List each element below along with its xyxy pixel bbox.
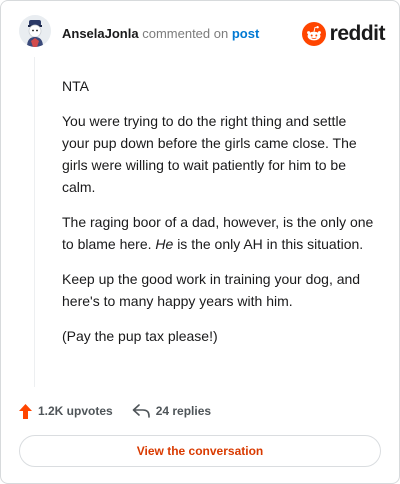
comment-paragraph: NTA	[62, 78, 89, 94]
comment-paragraph: You were trying to do the right thing an…	[62, 113, 357, 195]
action-text: commented on	[142, 26, 229, 41]
logo-text: reddit	[329, 22, 386, 45]
upvote-stat[interactable]: 1.2K upvotes	[19, 403, 113, 419]
comment-card: AnselaJonla commented on post reddit NTA…	[0, 0, 400, 484]
reddit-logo[interactable]: reddit	[301, 21, 386, 47]
thread-line[interactable]	[34, 57, 35, 387]
avatar-image	[19, 15, 51, 47]
comment-header: AnselaJonla commented on post reddit	[19, 15, 386, 55]
post-link[interactable]: post	[232, 26, 259, 41]
avatar[interactable]	[19, 15, 51, 47]
comment-footer: 1.2K upvotes 24 replies	[19, 401, 211, 421]
reply-stat[interactable]: 24 replies	[132, 404, 211, 418]
author-name[interactable]: AnselaJonla	[62, 26, 139, 41]
reddit-snoo-icon	[301, 22, 326, 46]
comment-body: NTA You were trying to do the right thin…	[62, 75, 377, 360]
reply-count: 24 replies	[155, 404, 212, 418]
author-line: AnselaJonla commented on post	[62, 26, 259, 41]
view-conversation-button[interactable]: View the conversation	[19, 435, 381, 467]
comment-paragraph: (Pay the pup tax please!)	[62, 328, 218, 344]
upvote-count: 1.2K upvotes	[38, 404, 113, 418]
comment-paragraph: Keep up the good work in training your d…	[62, 271, 361, 309]
comment-emphasis: He	[155, 236, 174, 252]
reply-arrow-icon	[132, 404, 150, 418]
comment-text: is the only AH in this situation.	[177, 236, 364, 252]
upvote-arrow-icon	[19, 403, 32, 419]
comment-paragraph: The raging boor of a dad, however, is th…	[62, 211, 377, 255]
